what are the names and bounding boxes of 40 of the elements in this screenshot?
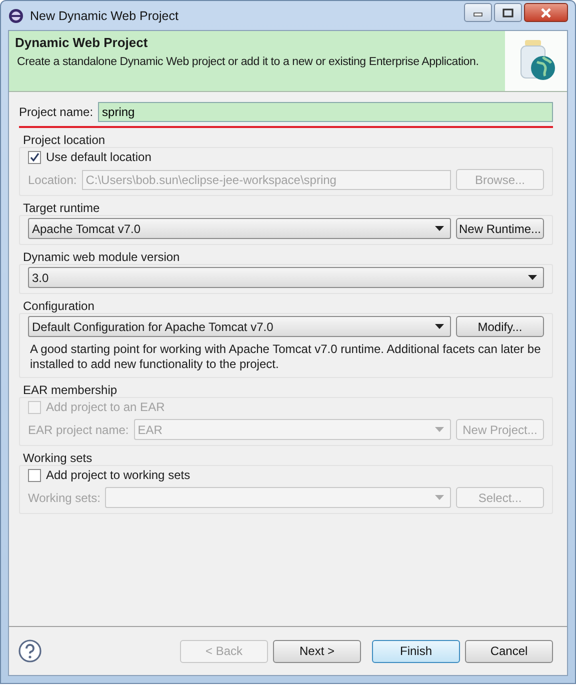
button[interactable]: Modify... (456, 316, 544, 337)
checkbox[interactable] (28, 468, 41, 482)
group-title: Target runtime (22, 201, 101, 215)
caret-icon (528, 275, 537, 280)
checkbox-label: Add project to an EAR (46, 400, 165, 414)
close-button[interactable] (524, 3, 568, 22)
group-title: Working sets (22, 451, 94, 465)
field-label: Location: (28, 172, 77, 186)
maximize-button[interactable] (494, 3, 522, 22)
dropdown[interactable]: 3.0 (28, 267, 544, 288)
button[interactable]: Cancel (465, 640, 553, 662)
caret-icon (435, 226, 444, 231)
caret-icon (435, 427, 444, 432)
button[interactable]: Next > (273, 640, 361, 662)
field-label: EAR project name: (28, 422, 129, 436)
group-title: EAR membership (22, 383, 118, 397)
group-title: Project location (22, 133, 106, 147)
checkbox-label: Use default location (46, 150, 152, 164)
help-icon[interactable] (18, 639, 42, 663)
description-text: A good starting point for working with Apache Tomcat v7.0 runtime. Additional facets can later be installed to add new functionality to the project. (29, 342, 542, 372)
page-description: Create a standalone Dynamic Web project or add it to a new or existing Enterprise Application. (16, 56, 480, 68)
field-label: Project name: (19, 105, 94, 119)
checkbox-label: Add project to working sets (46, 468, 190, 482)
checkbox[interactable] (28, 150, 41, 164)
dropdown[interactable]: Apache Tomcat v7.0 (28, 218, 451, 239)
close-icon (540, 8, 552, 18)
button[interactable]: Finish (372, 640, 460, 662)
caret-icon (435, 324, 444, 329)
field-label: Working sets: (28, 490, 100, 504)
dropdown[interactable]: Default Configuration for Apache Tomcat v7.0 (28, 316, 451, 337)
button[interactable]: New Runtime... (456, 218, 544, 239)
window-title: New Dynamic Web Project (30, 8, 180, 22)
minimize-button[interactable] (464, 3, 492, 22)
group-title: Dynamic web module version (22, 250, 181, 264)
caret-icon (435, 495, 444, 500)
eclipse-icon (8, 8, 24, 24)
project-name-field[interactable]: spring (98, 102, 553, 122)
maximize-icon (502, 8, 514, 18)
group-title: Configuration (22, 299, 96, 313)
page-title: Dynamic Web Project (15, 35, 149, 50)
